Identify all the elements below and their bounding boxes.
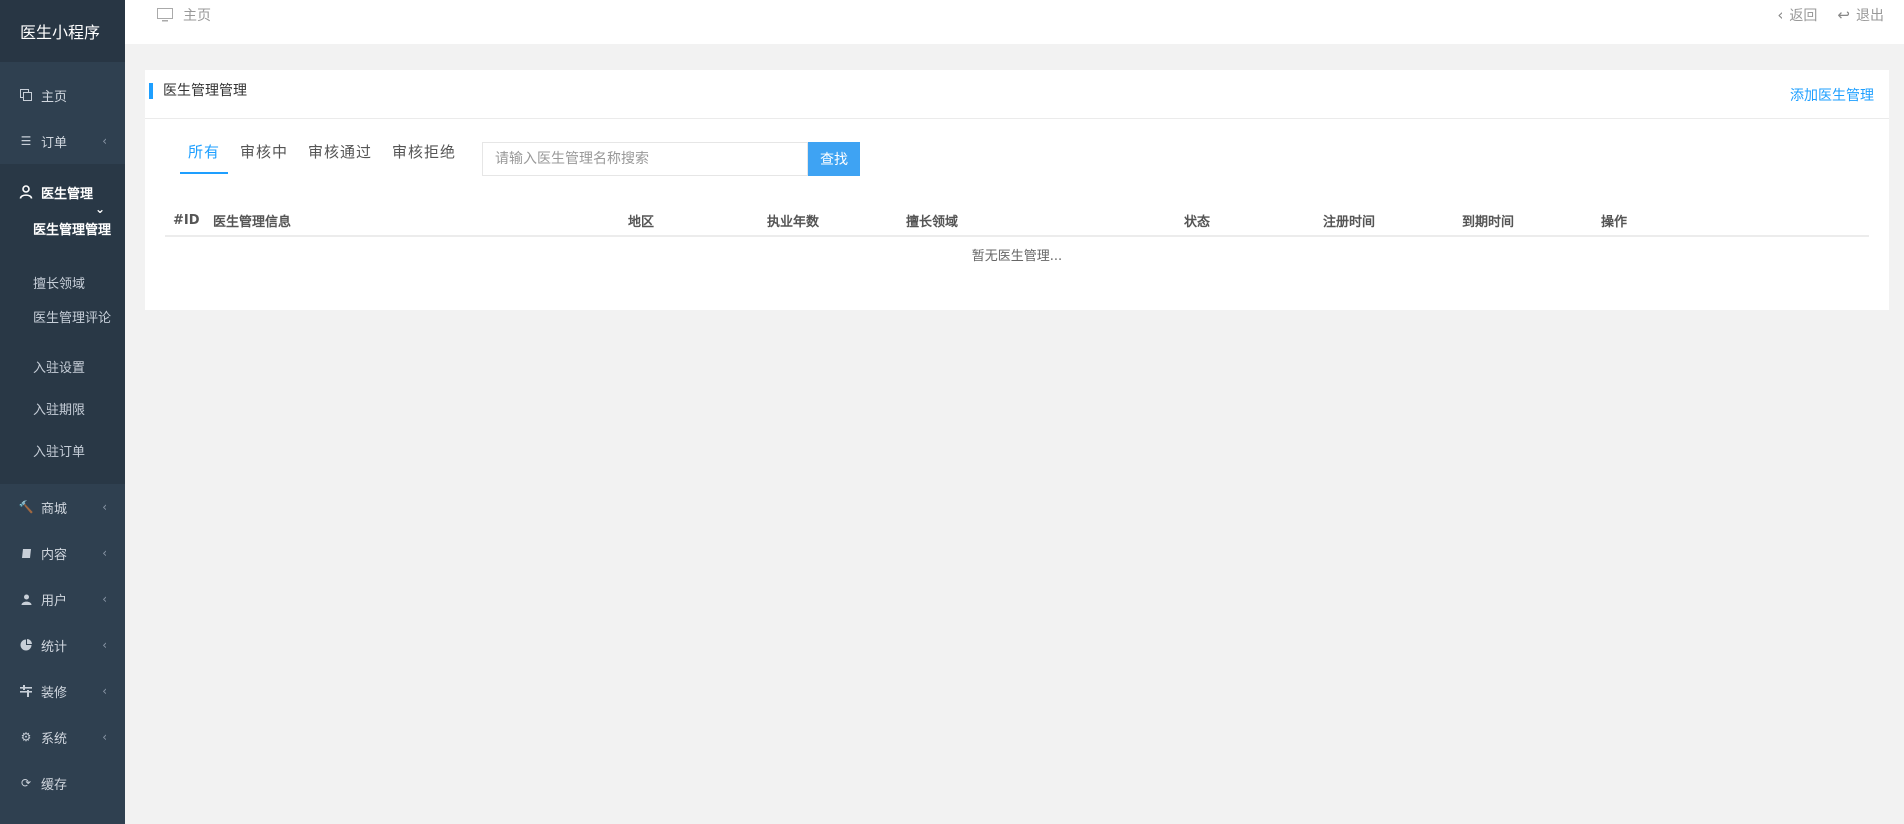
submenu-label: 入驻期限 <box>33 403 86 418</box>
submenu-label: 医生管理评论 <box>33 311 112 326</box>
submenu-item-doctor-reviews[interactable]: 医生管理评论 <box>0 306 125 348</box>
col-specialty: 擅长领域 <box>906 214 959 230</box>
search-bar: 查找 <box>482 142 860 176</box>
chevron-left-icon: ‹ <box>102 546 107 560</box>
refresh-icon: ⟳ <box>20 776 32 790</box>
sidebar-submenu: 医生管理管理 擅长领域 医生管理评论 入驻设置 入驻期限 入驻订单 <box>0 222 125 484</box>
sidebar-item-cache[interactable]: ⟳ 缓存 <box>0 760 125 806</box>
app-title: 医生小程序 <box>0 0 125 62</box>
sidebar-item-label: 商城 <box>41 501 68 517</box>
panel-header: 医生管理管理 添加医生管理 <box>145 70 1889 119</box>
back-button[interactable]: ‹ 返回 <box>1777 5 1817 25</box>
sidebar-item-doctor[interactable]: 医生管理 ⌄ <box>0 164 125 220</box>
search-button[interactable]: 查找 <box>808 142 860 176</box>
tab-reviewing[interactable]: 审核中 <box>232 142 296 174</box>
submenu-label: 入驻订单 <box>33 445 86 460</box>
sidebar-item-label: 主页 <box>41 89 68 105</box>
list-icon: ☰ <box>20 134 32 148</box>
copy-icon <box>19 89 33 101</box>
chevron-down-icon: ⌄ <box>94 202 105 216</box>
sidebar-item-stats[interactable]: 统计 ‹ <box>0 622 125 668</box>
submenu-label: 医生管理管理 <box>33 223 112 238</box>
col-actions: 操作 <box>1601 214 1628 230</box>
person-icon <box>19 594 33 605</box>
monitor-icon <box>157 8 173 22</box>
top-bar: 主页 ‹ 返回 ↩ 退出 <box>125 0 1904 44</box>
user-icon <box>19 185 33 199</box>
submenu-label: 入驻设置 <box>33 361 86 376</box>
main-panel: 医生管理管理 添加医生管理 所有 审核中 审核通过 审核拒绝 查找 #ID 医生… <box>145 70 1889 310</box>
sidebar-item-label: 缓存 <box>41 777 68 793</box>
chevron-left-icon: ‹ <box>102 684 107 698</box>
gear-icon: ⚙ <box>20 730 32 744</box>
table-header: #ID 医生管理信息 地区 执业年数 擅长领域 状态 注册时间 到期时间 操作 <box>165 205 1869 237</box>
submenu-item-settle-period[interactable]: 入驻期限 <box>0 390 125 432</box>
pie-chart-icon <box>19 639 33 651</box>
sidebar-item-label: 订单 <box>41 135 68 151</box>
sidebar-item-label: 系统 <box>41 731 68 747</box>
sidebar-item-label: 医生管理 <box>41 186 94 202</box>
back-label: 返回 <box>1789 8 1818 24</box>
sidebar-item-label: 内容 <box>41 547 68 563</box>
submenu-item-settle-settings[interactable]: 入驻设置 <box>0 348 125 390</box>
submenu-item-doctor-manage[interactable]: 医生管理管理 <box>0 222 125 264</box>
sidebar-item-home[interactable]: 主页 <box>0 72 125 118</box>
gavel-icon: 🔨 <box>18 500 34 514</box>
add-doctor-link[interactable]: 添加医生管理 <box>1790 85 1874 105</box>
sidebar-group-doctor: 医生管理 ⌄ 医生管理管理 擅长领域 医生管理评论 入驻设置 入驻期限 入驻订单 <box>0 164 125 484</box>
col-id: #ID <box>173 212 200 228</box>
status-tabs: 所有 审核中 审核通过 审核拒绝 <box>180 142 468 174</box>
col-status: 状态 <box>1184 214 1211 230</box>
col-register-time: 注册时间 <box>1323 214 1376 230</box>
submenu-label: 擅长领域 <box>33 277 86 292</box>
chevron-left-icon: ‹ <box>102 500 107 514</box>
book-icon <box>19 548 33 559</box>
breadcrumb-home[interactable]: 主页 <box>183 5 211 25</box>
chevron-left-icon: ‹ <box>102 134 107 148</box>
chevron-left-icon: ‹ <box>102 638 107 652</box>
sidebar-item-label: 装修 <box>41 685 68 701</box>
search-input[interactable] <box>482 142 808 176</box>
sidebar-item-label: 用户 <box>41 593 68 609</box>
col-region: 地区 <box>628 214 655 230</box>
sidebar-item-users[interactable]: 用户 ‹ <box>0 576 125 622</box>
logout-label: 退出 <box>1856 8 1884 24</box>
breadcrumb[interactable]: 主页 <box>157 5 211 25</box>
empty-state: 暂无医生管理... <box>971 249 1063 264</box>
sidebar: 医生小程序 主页 ☰ 订单 ‹ 医生管理 ⌄ 医生管理管理 擅长领域 医生管理评 <box>0 0 125 824</box>
reply-icon: ↩ <box>1837 6 1850 24</box>
submenu-item-specialty[interactable]: 擅长领域 <box>0 264 125 306</box>
chevron-left-icon: ‹ <box>102 730 107 744</box>
tab-approved[interactable]: 审核通过 <box>300 142 380 174</box>
doctor-table: #ID 医生管理信息 地区 执业年数 擅长领域 状态 注册时间 到期时间 操作 … <box>165 205 1869 264</box>
top-actions: ‹ 返回 ↩ 退出 <box>1777 5 1884 25</box>
sidebar-item-orders[interactable]: ☰ 订单 ‹ <box>0 118 125 164</box>
sidebar-item-content[interactable]: 内容 ‹ <box>0 530 125 576</box>
col-info: 医生管理信息 <box>213 214 292 230</box>
sidebar-item-system[interactable]: ⚙ 系统 ‹ <box>0 714 125 760</box>
col-years: 执业年数 <box>767 214 820 230</box>
sidebar-item-label: 统计 <box>41 639 68 655</box>
tab-all[interactable]: 所有 <box>180 142 229 174</box>
chevron-left-icon: ‹ <box>102 592 107 606</box>
col-expire-time: 到期时间 <box>1462 214 1515 230</box>
tab-rejected[interactable]: 审核拒绝 <box>384 142 464 174</box>
page-title: 医生管理管理 <box>149 83 247 99</box>
sidebar-item-decorate[interactable]: 装修 ‹ <box>0 668 125 714</box>
logout-button[interactable]: ↩ 退出 <box>1837 5 1884 25</box>
settings-sliders-icon <box>19 685 33 697</box>
chevron-left-icon: ‹ <box>1777 6 1784 24</box>
submenu-item-settle-orders[interactable]: 入驻订单 <box>0 432 125 474</box>
sidebar-item-mall[interactable]: 🔨 商城 ‹ <box>0 484 125 530</box>
